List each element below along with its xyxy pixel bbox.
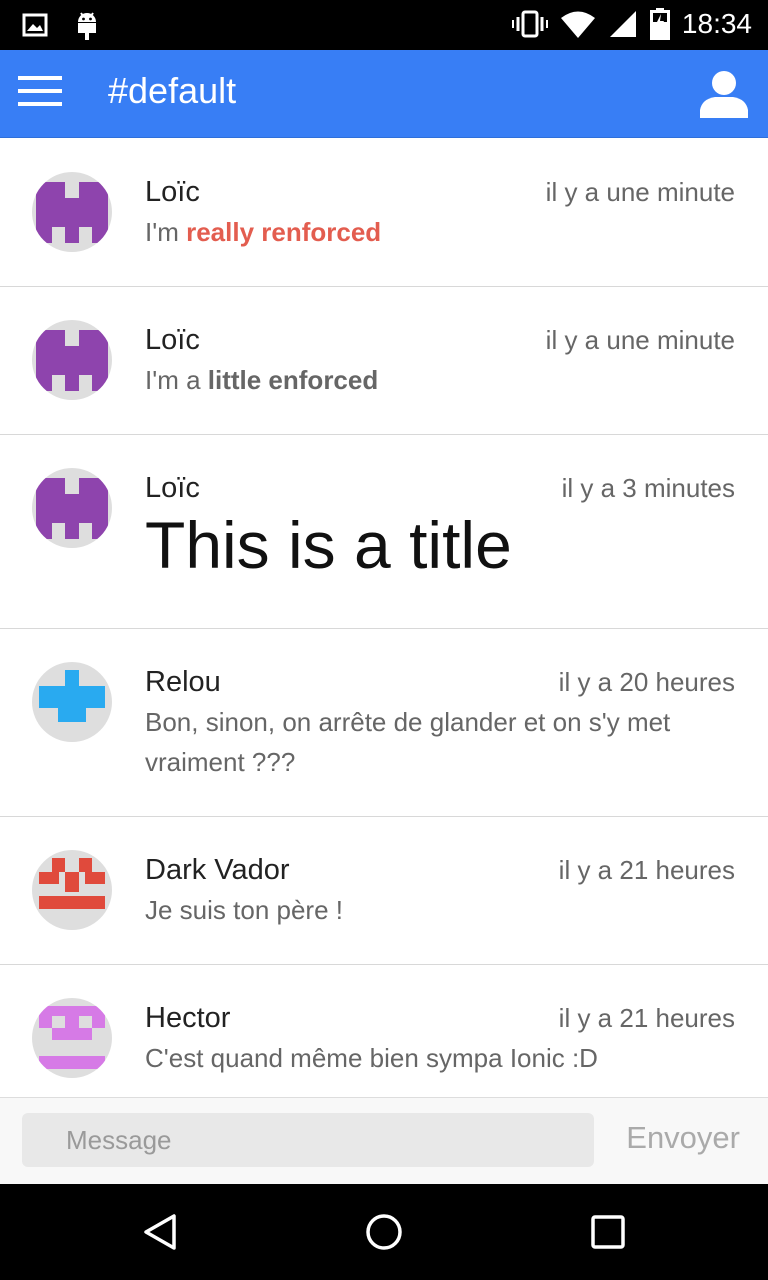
channel-title: #default xyxy=(108,70,237,111)
avatar xyxy=(32,998,112,1078)
message-input[interactable] xyxy=(22,1113,594,1167)
message-text: Je suis ton père ! xyxy=(145,895,343,925)
avatar xyxy=(32,172,112,252)
home-button[interactable] xyxy=(364,1212,404,1252)
app-header: #default xyxy=(0,50,768,138)
author-name: Dark Vador xyxy=(145,854,290,886)
status-right-icons: 18:34 xyxy=(511,8,752,40)
author-name: Loïc xyxy=(145,176,200,208)
status-time: 18:34 xyxy=(681,8,752,39)
hamburger-icon-line xyxy=(18,76,62,80)
message-text: Bon, sinon, on arrête de glander et on s… xyxy=(145,707,671,777)
message-item[interactable]: Loïc il y a une minute I'm a little enfo… xyxy=(0,287,768,435)
menu-button[interactable] xyxy=(18,76,62,112)
composer-bar: Envoyer xyxy=(0,1097,768,1185)
author-name: Hector xyxy=(145,1002,231,1034)
send-button[interactable]: Envoyer xyxy=(626,1120,740,1156)
avatar xyxy=(32,320,112,400)
user-icon xyxy=(700,71,748,118)
message-strong: little enforced xyxy=(207,365,379,395)
message-list[interactable]: Loïc il y a une minute I'm really renfor… xyxy=(0,140,768,1097)
author-name: Relou xyxy=(145,666,221,698)
wifi-icon xyxy=(560,11,595,38)
message-text: C'est quand même bien sympa Ionic :D xyxy=(145,1043,598,1073)
message-time: il y a 21 heures xyxy=(558,1003,735,1033)
message-item[interactable]: Dark Vador il y a 21 heures Je suis ton … xyxy=(0,817,768,965)
message-prefix: I'm a xyxy=(145,365,208,395)
message-time: il y a 3 minutes xyxy=(561,473,735,503)
message-text: I'm a little enforced xyxy=(145,360,728,400)
author-name: Loïc xyxy=(145,324,200,356)
message-prefix: I'm xyxy=(145,217,187,247)
battery-icon xyxy=(649,8,670,40)
system-nav-bar xyxy=(0,1184,768,1280)
message-time: il y a une minute xyxy=(545,325,735,355)
signal-icon xyxy=(609,11,636,37)
message-strong: really renforced xyxy=(186,217,382,247)
recents-button[interactable] xyxy=(588,1212,628,1252)
message-time: il y a 21 heures xyxy=(558,855,735,885)
message-item[interactable]: Loïc il y a 3 minutes This is a title xyxy=(0,435,768,629)
android-icon xyxy=(78,12,96,40)
avatar xyxy=(32,468,112,548)
back-button[interactable] xyxy=(140,1212,180,1252)
message-title: This is a title xyxy=(145,508,512,582)
status-bar: 18:34 xyxy=(0,0,768,50)
user-button[interactable] xyxy=(698,68,750,120)
message-text: I'm really renforced xyxy=(145,212,728,252)
message-item[interactable]: Loïc il y a une minute I'm really renfor… xyxy=(0,140,768,287)
avatar xyxy=(32,662,112,742)
message-time: il y a une minute xyxy=(545,177,735,207)
back-icon xyxy=(144,1214,176,1250)
author-name: Loïc xyxy=(145,472,200,504)
avatar xyxy=(32,850,112,930)
hamburger-icon-line xyxy=(18,102,62,106)
image-icon xyxy=(22,13,48,37)
home-icon xyxy=(366,1214,402,1250)
message-time: il y a 20 heures xyxy=(558,667,735,697)
hamburger-icon-line xyxy=(18,89,62,93)
recents-icon xyxy=(591,1215,625,1249)
vibrate-icon xyxy=(511,10,548,38)
message-item[interactable]: Hector il y a 21 heures C'est quand même… xyxy=(0,965,768,1097)
status-left-icons xyxy=(22,10,100,40)
message-item[interactable]: Relou il y a 20 heures Bon, sinon, on ar… xyxy=(0,629,768,817)
